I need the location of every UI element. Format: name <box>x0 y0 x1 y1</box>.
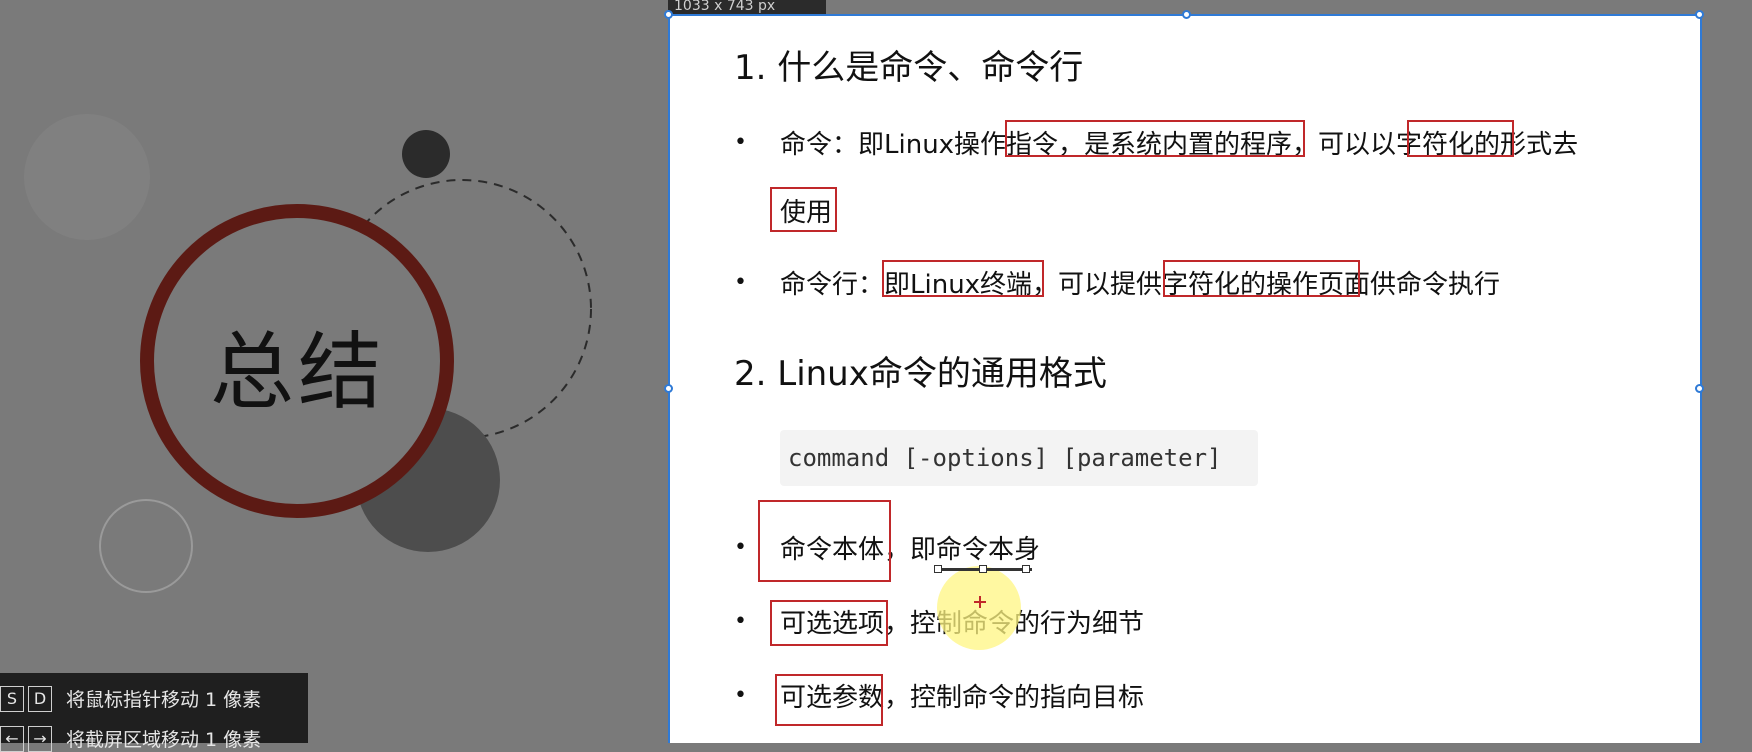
line-handle-end[interactable] <box>1022 565 1030 573</box>
line-handle-middle[interactable] <box>979 565 987 573</box>
hint-row-area: ← → 将截屏区域移动 1 像素 <box>0 725 261 752</box>
resize-handle-top-middle[interactable] <box>1182 10 1191 19</box>
annotation-box-linux-terminal[interactable] <box>882 260 1044 297</box>
bullet-dot: • <box>734 683 747 708</box>
crosshair-cursor-icon <box>974 596 986 608</box>
annotation-box-instruction-program[interactable] <box>1005 120 1305 157</box>
key-right-arrow: → <box>28 725 52 752</box>
key-d: D <box>28 685 52 712</box>
annotation-box-use[interactable] <box>770 187 837 232</box>
annotation-box-char-page[interactable] <box>1163 260 1360 297</box>
cursor-highlight <box>937 566 1021 650</box>
annotation-box-parameter[interactable] <box>775 674 883 726</box>
section1-title: 1. 什么是命令、命令行 <box>734 48 1084 88</box>
decor-circle-light <box>24 114 150 240</box>
key-s: S <box>0 685 24 712</box>
code-text: command [-options] [parameter] <box>788 444 1222 472</box>
hint-row-mouse: S D 将鼠标指针移动 1 像素 <box>0 685 261 712</box>
hint-text-area: 将截屏区域移动 1 像素 <box>66 729 262 751</box>
resize-handle-middle-right[interactable] <box>1695 384 1704 393</box>
section2-title: 2. Linux命令的通用格式 <box>734 354 1107 394</box>
dimension-badge: 1033 x 743 px <box>668 0 826 14</box>
hint-panel: S D 将鼠标指针移动 1 像素 ← → 将截屏区域移动 1 像素 <box>0 673 308 752</box>
bullet-dot: • <box>734 130 747 155</box>
resize-handle-top-right[interactable] <box>1695 10 1704 19</box>
key-left-arrow: ← <box>0 725 24 752</box>
resize-handle-top-left[interactable] <box>664 10 673 19</box>
bullet-dot: • <box>734 270 747 295</box>
line-handle-start[interactable] <box>934 565 942 573</box>
bullet-dot: • <box>734 609 747 634</box>
slide-title: 总结 <box>209 323 386 421</box>
annotation-box-char-form[interactable] <box>1407 120 1514 157</box>
decor-circle-small-dark <box>402 130 450 178</box>
slide-panel: 总结 <box>0 0 668 743</box>
decor-circle-outline <box>99 499 193 593</box>
hint-text-mouse: 将鼠标指针移动 1 像素 <box>66 689 262 711</box>
resize-handle-middle-left[interactable] <box>664 384 673 393</box>
annotation-box-options[interactable] <box>770 600 888 646</box>
bullet-dot: • <box>734 535 747 560</box>
annotation-box-command-body[interactable] <box>758 500 891 582</box>
